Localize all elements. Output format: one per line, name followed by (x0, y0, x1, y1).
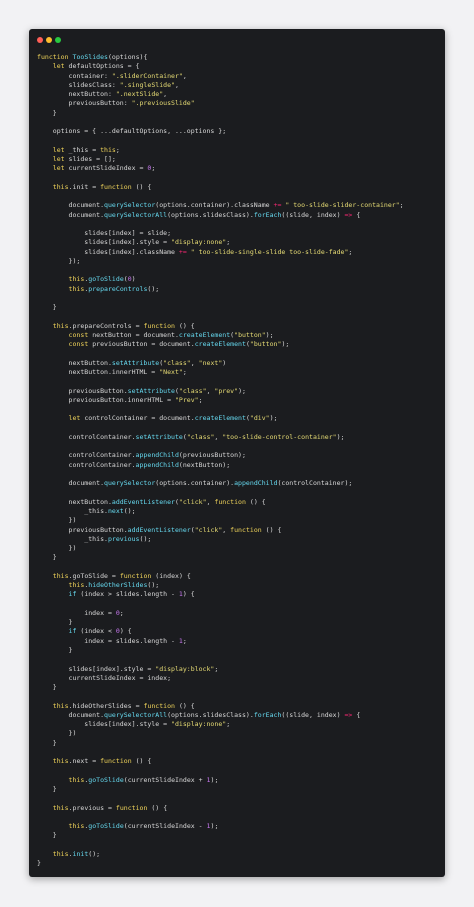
code-line: }); (37, 256, 81, 265)
code-line: } (37, 738, 57, 747)
code-line: slidesClass: ".singleSlide", (37, 80, 179, 89)
code-line: if (index > slides.length - 1) { (68, 590, 195, 599)
code-line: this.hideOtherSlides = function () { (52, 701, 195, 710)
code-line: const nextButton = document.createElemen… (68, 330, 274, 339)
maximize-window-button[interactable] (55, 37, 61, 43)
code-line: container: ".sliderContainer", (37, 71, 187, 80)
code-line: currentSlideIndex = index; (37, 673, 172, 682)
code-line: nextButton.addEventListener("click", fun… (37, 497, 266, 506)
code-line: controlContainer.setAttribute("class", "… (37, 432, 345, 441)
code-line: this.init(); (52, 849, 101, 858)
code-line: controlContainer.appendChild(nextButton)… (37, 460, 231, 469)
code-line: nextButton: ".nextSlide", (37, 90, 168, 99)
code-line: index = slides.length - 1; (37, 636, 187, 645)
code-line: document.querySelectorAll(options.slides… (37, 710, 361, 719)
code-line: } (37, 108, 57, 117)
code-line: this.goToSlide(currentSlideIndex + 1); (68, 775, 219, 784)
code-line: const previousButton = document.createEl… (68, 340, 290, 349)
code-line: }) (37, 544, 77, 553)
code-line: previousButton.setAttribute("class", "pr… (37, 386, 246, 395)
code-line: this.init = function () { (52, 182, 152, 191)
code-line: this.goToSlide(currentSlideIndex - 1); (68, 822, 219, 831)
code-line: } (37, 553, 57, 562)
code-line: if (index < 0) { (68, 627, 132, 636)
code-line: slides[index].style = "display:none"; (37, 720, 231, 729)
code-line: controlContainer.appendChild(previousBut… (37, 451, 246, 460)
code-line: let defaultOptions = { (52, 62, 140, 71)
code-line: this.prepareControls(); (68, 284, 160, 293)
minimize-window-button[interactable] (46, 37, 52, 43)
code-line: this.previous = function () { (52, 803, 168, 812)
code-line: let _this = this; (52, 145, 120, 154)
close-window-button[interactable] (37, 37, 43, 43)
code-line: previousButton.addEventListener("click",… (37, 525, 282, 534)
code-line: } (37, 831, 57, 840)
code-line: slides[index].style = "display:none"; (37, 238, 231, 247)
code-line: slides[index] = slide; (37, 229, 172, 238)
code-line: this.hideOtherSlides(); (68, 581, 160, 590)
code-line: index = 0; (37, 608, 124, 617)
code-line: previousButton: ".previousSlide" (37, 99, 195, 108)
code-line: previousButton.innerHTML = "Prev"; (37, 395, 203, 404)
code-line: document.querySelector(options.container… (37, 479, 353, 488)
code-line: options = { ...defaultOptions, ...option… (37, 127, 227, 136)
code-line: nextButton.innerHTML = "Next"; (37, 368, 187, 377)
code-line: } (37, 859, 41, 868)
code-line: slides[index].className += " too-slide-s… (37, 247, 353, 256)
code-line: } (37, 303, 57, 312)
window-titlebar (29, 29, 445, 51)
code-line: slides[index].style = "display:block"; (37, 664, 219, 673)
code-line: this.goToSlide = function (index) { (52, 571, 191, 580)
code-line: }) (37, 516, 77, 525)
code-editor[interactable]: function TooSlides(options){ let default… (37, 53, 404, 868)
code-line: document.querySelectorAll(options.slides… (37, 210, 361, 219)
code-line: } (37, 683, 57, 692)
code-line: this.goToSlide(0) (68, 275, 136, 284)
code-line: _this.previous(); (37, 534, 152, 543)
code-line: let slides = []; (52, 154, 116, 163)
code-line: let controlContainer = document.createEl… (68, 414, 278, 423)
code-line: } (37, 784, 57, 793)
code-line: this.prepareControls = function () { (52, 321, 195, 330)
code-window: function TooSlides(options){ let default… (29, 29, 445, 877)
code-line: } (37, 618, 73, 627)
code-line: _this.next(); (37, 507, 136, 516)
code-line: let currentSlideIndex = 0; (52, 164, 156, 173)
code-line: this.next = function () { (52, 757, 152, 766)
code-line: } (37, 646, 73, 654)
code-line: nextButton.setAttribute("class", "next") (37, 358, 227, 367)
code-line: }) (37, 729, 77, 738)
code-line: function TooSlides(options){ (37, 53, 148, 61)
code-line: document.querySelector(options.container… (37, 201, 404, 210)
